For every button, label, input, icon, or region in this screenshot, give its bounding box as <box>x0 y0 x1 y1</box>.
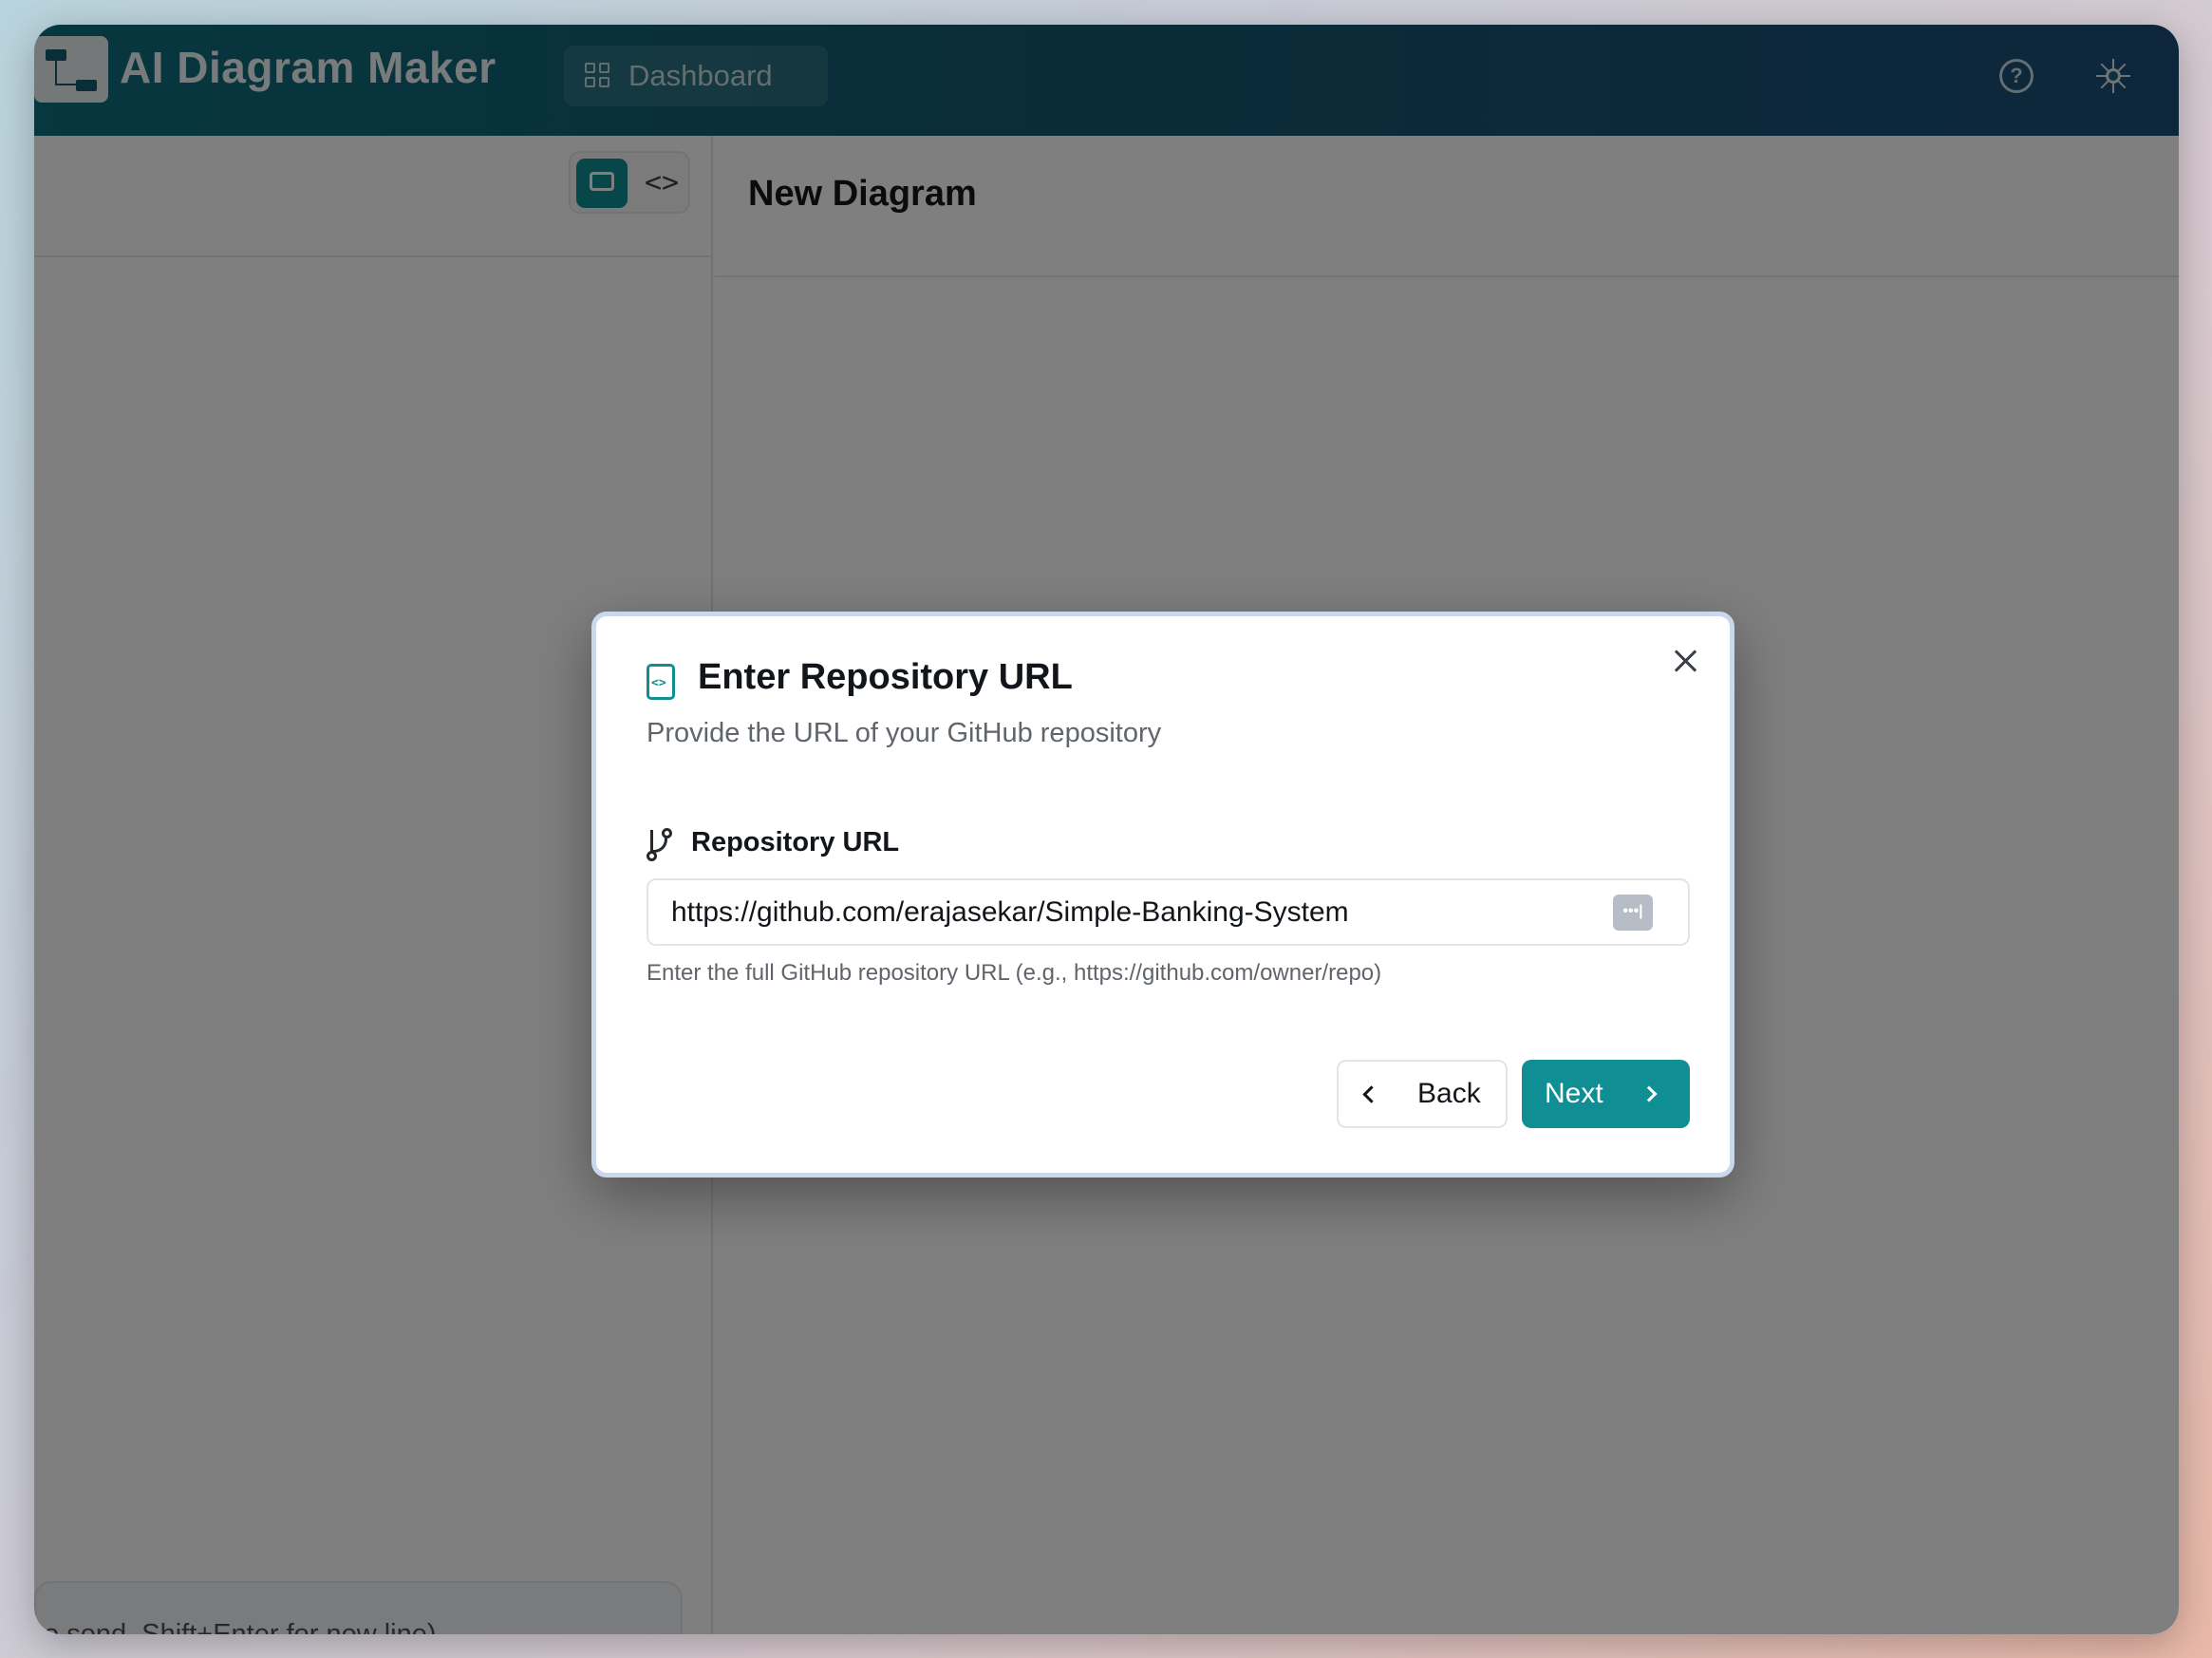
chevron-left-icon <box>1362 1084 1380 1103</box>
close-icon[interactable] <box>1672 647 1700 675</box>
password-dots-icon[interactable]: •••| <box>1613 895 1653 931</box>
git-branch-icon <box>647 828 673 861</box>
next-label: Next <box>1545 1078 1603 1109</box>
dialog-subtitle: Provide the URL of your GitHub repositor… <box>647 718 1162 748</box>
chevron-right-icon <box>1640 1085 1658 1102</box>
back-label: Back <box>1417 1078 1481 1109</box>
back-button[interactable]: Back <box>1337 1060 1508 1128</box>
repository-url-input[interactable] <box>647 878 1690 946</box>
url-helper-text: Enter the full GitHub repository URL (e.… <box>647 960 1382 986</box>
dialog-title: Enter Repository URL <box>698 657 1073 697</box>
repository-url-dialog: Enter Repository URL Provide the URL of … <box>591 612 1734 1178</box>
next-button[interactable]: Next <box>1522 1060 1690 1128</box>
repository-url-label: Repository URL <box>691 827 900 857</box>
file-code-icon <box>647 664 675 700</box>
